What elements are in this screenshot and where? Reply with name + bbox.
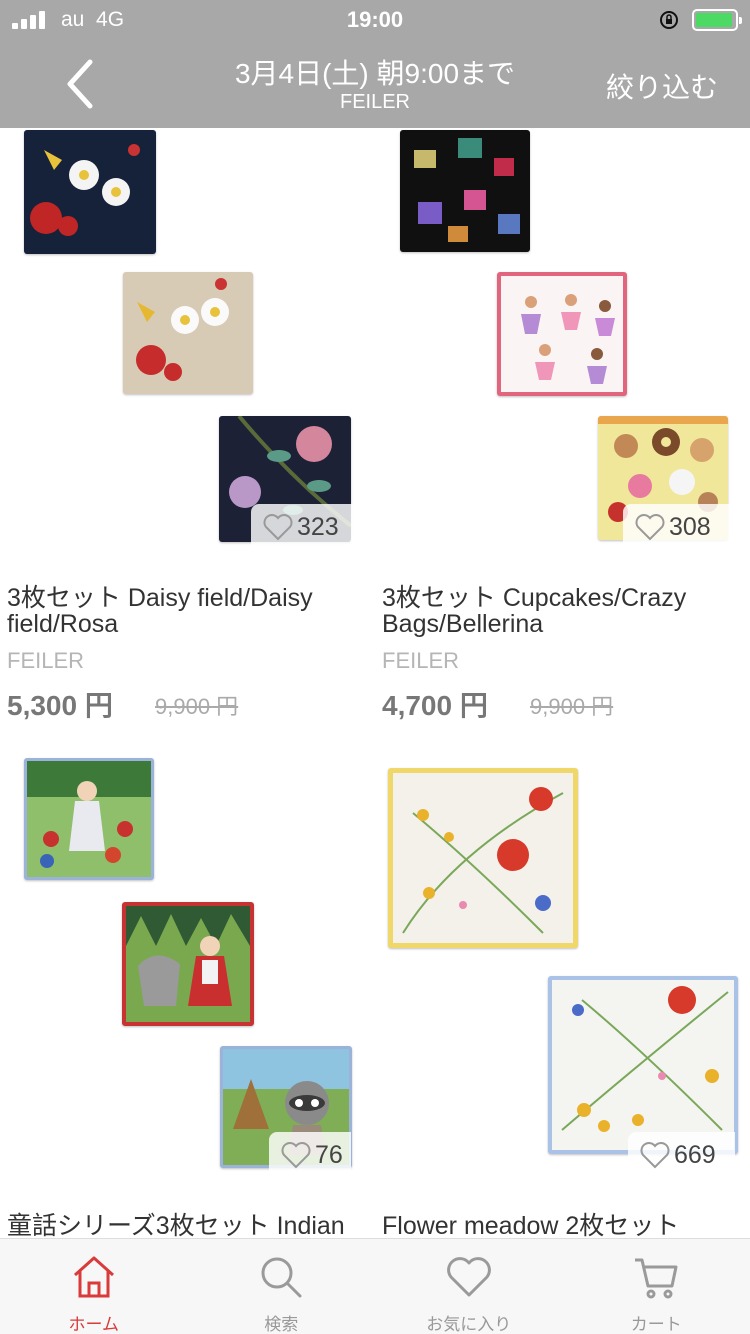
like-button[interactable]: 669 — [628, 1132, 735, 1178]
product-grid: 323 3枚セット Daisy field/Daisy field/Rosa F… — [0, 128, 750, 1238]
towel-red-riding-hood — [122, 902, 254, 1026]
home-icon — [73, 1256, 114, 1298]
search-icon — [261, 1257, 302, 1298]
towel-daisy-beige — [123, 272, 253, 394]
product-card[interactable]: 323 3枚セット Daisy field/Daisy field/Rosa F… — [0, 128, 360, 728]
product-price: 4,700 円 — [382, 690, 488, 721]
tab-label: ホーム — [68, 1315, 120, 1334]
product-price: 5,300 円 — [7, 690, 113, 721]
tab-bar: ホーム 検索 お気に入り カート — [0, 1238, 750, 1334]
like-button[interactable]: 323 — [251, 504, 360, 550]
product-brand: FEILER — [7, 648, 85, 673]
product-card[interactable]: 669 Flower meadow 2枚セット — [375, 748, 738, 1238]
product-image[interactable]: 669 — [375, 748, 738, 1178]
status-bar: au 4G 19:00 — [0, 0, 750, 40]
heart-outline-icon — [635, 514, 665, 541]
like-button[interactable]: 76 — [269, 1132, 351, 1178]
battery-icon — [692, 9, 742, 31]
towel-daisy-dark — [24, 130, 156, 254]
tab-label: 検索 — [264, 1315, 299, 1334]
clock: 19:00 — [346, 7, 404, 32]
towel-flower-meadow-blue — [548, 976, 738, 1154]
product-card[interactable]: 76 童話シリーズ3枚セット Indian — [0, 748, 360, 1238]
tab-favorites[interactable]: お気に入り — [375, 1239, 563, 1334]
navigation-bar: 3月4日(土) 朝9:00まで FEILER 絞り込む — [0, 40, 750, 128]
tab-search[interactable]: 検索 — [188, 1239, 376, 1334]
product-original-price: 9,900 円 — [155, 694, 239, 719]
product-card[interactable]: 308 3枚セット Cupcakes/Crazy Bags/Bellerina … — [375, 128, 735, 728]
towel-flower-meadow-yellow — [388, 768, 578, 948]
tab-label: カート — [630, 1315, 682, 1334]
cart-icon — [635, 1258, 678, 1299]
like-button[interactable]: 308 — [623, 504, 735, 550]
tab-cart[interactable]: カート — [563, 1239, 750, 1334]
product-original-price: 9,900 円 — [530, 694, 614, 719]
product-title[interactable]: 童話シリーズ3枚セット Indian — [7, 1213, 362, 1238]
product-brand: FEILER — [382, 648, 460, 673]
filter-button[interactable]: 絞り込む — [606, 66, 718, 106]
product-title[interactable]: 3枚セット Daisy field/Daisy field/Rosa — [7, 585, 362, 637]
like-count: 308 — [669, 512, 711, 541]
tab-home[interactable]: ホーム — [0, 1239, 188, 1334]
heart-outline-icon — [640, 1142, 670, 1169]
like-count: 76 — [315, 1140, 343, 1169]
towel-snow-white — [24, 758, 154, 880]
heart-outline-icon — [263, 514, 293, 541]
heart-outline-icon — [281, 1142, 311, 1169]
towel-bellerina — [497, 272, 627, 396]
tab-label: お気に入り — [426, 1315, 512, 1334]
heart-icon — [446, 1257, 491, 1297]
product-image[interactable]: 323 — [0, 128, 360, 550]
like-count: 323 — [297, 512, 339, 541]
like-count: 669 — [674, 1140, 716, 1169]
orientation-lock-icon — [660, 11, 678, 29]
towel-crazy-bags — [400, 130, 530, 252]
product-title[interactable]: 3枚セット Cupcakes/Crazy Bags/Bellerina — [382, 585, 737, 637]
product-title[interactable]: Flower meadow 2枚セット — [382, 1213, 737, 1238]
product-image[interactable]: 76 — [0, 748, 360, 1178]
product-image[interactable]: 308 — [375, 128, 735, 550]
